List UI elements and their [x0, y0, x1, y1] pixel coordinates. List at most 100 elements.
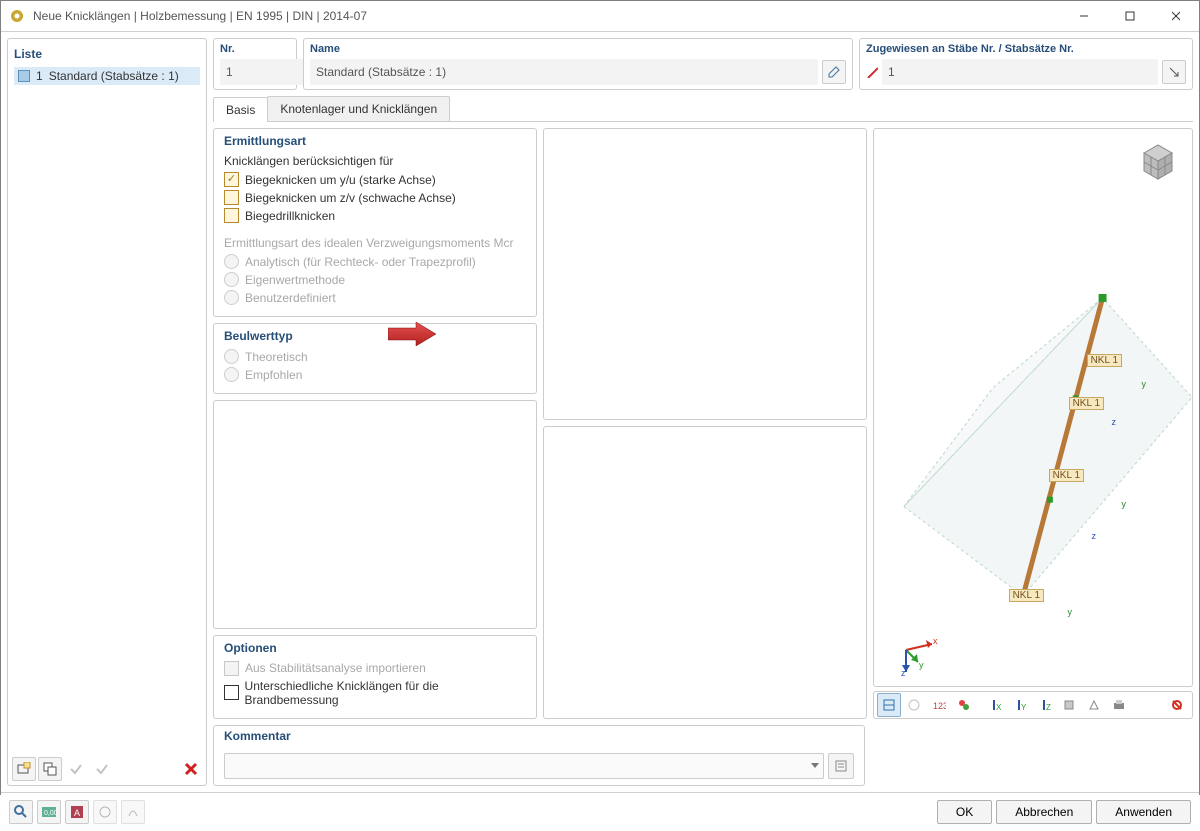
- check-button-2[interactable]: [90, 757, 114, 781]
- view-btn-numbering[interactable]: 123: [927, 693, 951, 717]
- svg-text:z: z: [901, 668, 906, 676]
- check-button-1[interactable]: [64, 757, 88, 781]
- ermittlungsart-title: Ermittlungsart: [224, 134, 526, 148]
- bottom-btn-units[interactable]: 0,00: [37, 800, 61, 824]
- svg-text:Z: Z: [1046, 703, 1051, 712]
- app-icon: [9, 8, 25, 24]
- optionen-group: Optionen Aus Stabilitätsanalyse importie…: [213, 635, 537, 719]
- view-btn-y[interactable]: Y: [1007, 693, 1031, 717]
- nav-cube-icon[interactable]: [1134, 139, 1182, 187]
- opt-benutzer: Benutzerdefiniert: [224, 290, 526, 305]
- radio-icon: [224, 254, 239, 269]
- minimize-button[interactable]: [1061, 1, 1107, 31]
- kommentar-combo[interactable]: [224, 753, 824, 779]
- bottom-btn-1[interactable]: [9, 800, 33, 824]
- view-btn-print[interactable]: [1107, 693, 1131, 717]
- checkbox-icon: [224, 172, 239, 187]
- svg-text:Y: Y: [1021, 703, 1026, 712]
- view-btn-1[interactable]: [877, 693, 901, 717]
- list-item-number: 1: [36, 69, 43, 83]
- chk-biegeknicken-zv[interactable]: Biegeknicken um z/v (schwache Achse): [224, 190, 526, 205]
- delete-item-button[interactable]: [180, 758, 202, 780]
- bottom-btn-5[interactable]: [121, 800, 145, 824]
- radio-icon: [224, 349, 239, 364]
- chk-biegedrill[interactable]: Biegedrillknicken: [224, 208, 526, 223]
- view-btn-reset[interactable]: [1165, 693, 1189, 717]
- close-button[interactable]: [1153, 1, 1199, 31]
- svg-text:x: x: [933, 636, 938, 646]
- assigned-label: Zugewiesen an Stäbe Nr. / Stabsätze Nr.: [866, 43, 1186, 55]
- list-item[interactable]: 1 Standard (Stabsätze : 1): [14, 67, 200, 85]
- member-icon: [866, 66, 878, 78]
- radio-icon: [224, 290, 239, 305]
- bottom-btn-3[interactable]: A: [65, 800, 89, 824]
- view-btn-iso[interactable]: [1057, 693, 1081, 717]
- axis-gizmo: x y z: [884, 622, 938, 676]
- name-input[interactable]: [310, 59, 818, 85]
- assigned-field-box: Zugewiesen an Stäbe Nr. / Stabsätze Nr.: [859, 38, 1193, 90]
- titlebar: Neue Knicklängen | Holzbemessung | EN 19…: [1, 1, 1199, 32]
- viewer-toolbar: 123 X Y Z: [873, 691, 1193, 719]
- list-panel: Liste 1 Standard (Stabsätze : 1): [7, 38, 207, 786]
- axis-y-label: y: [1122, 499, 1127, 509]
- svg-text:X: X: [996, 703, 1001, 712]
- nr-label: Nr.: [220, 43, 290, 55]
- model-render: [874, 129, 1192, 686]
- checkbox-icon: [224, 661, 239, 676]
- svg-text:A: A: [74, 808, 80, 818]
- empty-right-2: [543, 426, 867, 718]
- empty-right-1: [543, 128, 867, 420]
- svg-text:123: 123: [933, 701, 946, 711]
- opt-theoretisch: Theoretisch: [224, 349, 526, 364]
- opt-empfohlen: Empfohlen: [224, 367, 526, 382]
- axis-z-label: z: [1092, 531, 1097, 541]
- tab-knotenlager[interactable]: Knotenlager und Knicklängen: [267, 96, 450, 121]
- copy-item-button[interactable]: [38, 757, 62, 781]
- ok-button[interactable]: OK: [937, 800, 992, 824]
- viewer-3d[interactable]: NKL 1 NKL 1 NKL 1 NKL 1 y z y z y: [873, 128, 1193, 687]
- nr-field-box: Nr.: [213, 38, 297, 90]
- edit-name-button[interactable]: [822, 60, 846, 84]
- beulwert-title: Beulwerttyp: [224, 329, 526, 343]
- chk-brandbemessung[interactable]: Unterschiedliche Knicklängen für die Bra…: [224, 679, 526, 707]
- beulwert-group: Beulwerttyp Theoretisch Empfohlen: [213, 323, 537, 394]
- chk-biegeknicken-yu[interactable]: Biegeknicken um y/u (starke Achse): [224, 172, 526, 187]
- apply-button[interactable]: Anwenden: [1096, 800, 1191, 824]
- name-label: Name: [310, 43, 846, 55]
- mcr-sub: Ermittlungsart des idealen Verzweigungsm…: [224, 236, 526, 250]
- svg-text:y: y: [919, 660, 924, 670]
- bottom-bar: 0,00 A OK Abbrechen Anwenden: [1, 792, 1199, 831]
- view-btn-z[interactable]: Z: [1032, 693, 1056, 717]
- kommentar-title: Kommentar: [224, 729, 854, 743]
- viewer-label-nkl: NKL 1: [1069, 397, 1104, 410]
- center-panel: Nr. Name Zugewiesen an Stäbe Nr. / Stabs…: [213, 38, 1193, 786]
- assigned-input[interactable]: [882, 59, 1158, 85]
- pick-members-button[interactable]: [1162, 60, 1186, 84]
- window-title: Neue Knicklängen | Holzbemessung | EN 19…: [33, 9, 1061, 23]
- view-btn-2[interactable]: [902, 693, 926, 717]
- knicklaengen-sub: Knicklängen berücksichtigen für: [224, 154, 526, 168]
- maximize-button[interactable]: [1107, 1, 1153, 31]
- bottom-btn-4[interactable]: [93, 800, 117, 824]
- view-btn-x[interactable]: X: [982, 693, 1006, 717]
- list-item-text: Standard (Stabsätze : 1): [49, 69, 179, 83]
- empty-group: [213, 400, 537, 629]
- svg-text:0,00: 0,00: [44, 810, 57, 817]
- list-item-icon: [18, 70, 30, 82]
- optionen-title: Optionen: [224, 641, 526, 655]
- tabstrip: Basis Knotenlager und Knicklängen: [213, 96, 1193, 122]
- cancel-button[interactable]: Abbrechen: [996, 800, 1092, 824]
- checkbox-icon: [224, 208, 239, 223]
- kommentar-edit-button[interactable]: [828, 753, 854, 779]
- name-field-box: Name: [303, 38, 853, 90]
- view-btn-perspective[interactable]: [1082, 693, 1106, 717]
- radio-icon: [224, 367, 239, 382]
- ermittlungsart-group: Ermittlungsart Knicklängen berücksichtig…: [213, 128, 537, 317]
- list-label: Liste: [12, 43, 202, 65]
- list-tree[interactable]: 1 Standard (Stabsätze : 1): [12, 65, 202, 753]
- tab-basis[interactable]: Basis: [213, 97, 268, 122]
- new-item-button[interactable]: [12, 757, 36, 781]
- viewer-label-nkl: NKL 1: [1087, 354, 1122, 367]
- checkbox-icon: [224, 190, 239, 205]
- view-btn-colors[interactable]: [952, 693, 976, 717]
